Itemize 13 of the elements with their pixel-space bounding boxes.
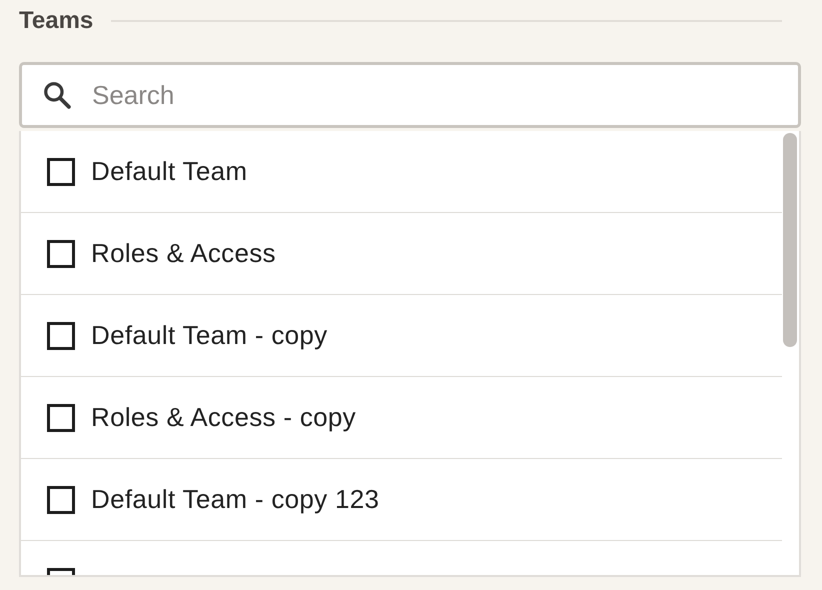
checkbox[interactable] [47, 486, 75, 514]
scrollbar-thumb[interactable] [783, 133, 797, 347]
checkbox[interactable] [47, 240, 75, 268]
checkbox[interactable] [47, 404, 75, 432]
section-title: Teams [19, 7, 94, 35]
team-name: Roles & Access - copy [91, 402, 356, 433]
search-field[interactable]: Search [19, 62, 801, 128]
checkbox[interactable] [47, 322, 75, 350]
team-name: Default Team [91, 156, 248, 187]
team-name: Roles & Access [91, 238, 276, 269]
team-name: Default Team - copy 123 [91, 484, 380, 515]
checkbox[interactable] [47, 158, 75, 186]
team-name: Default Team - copy [91, 320, 328, 351]
